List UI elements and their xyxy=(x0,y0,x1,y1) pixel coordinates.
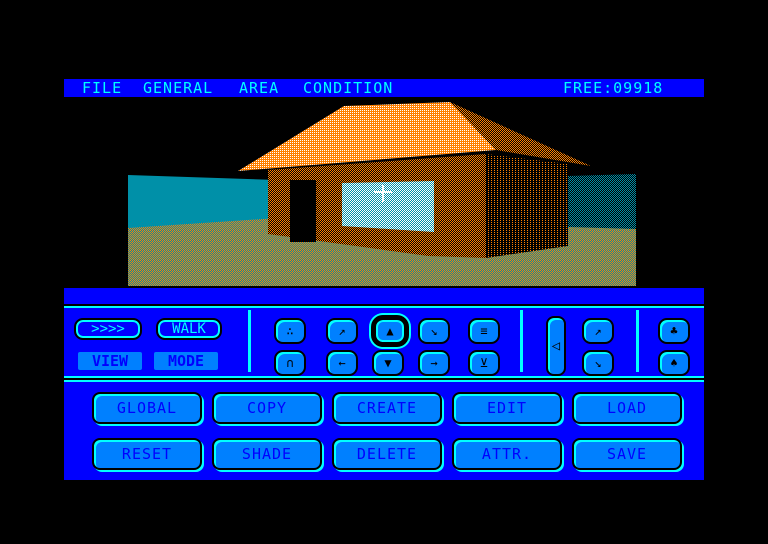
zoom-in-icon: ♣ xyxy=(670,324,678,338)
speed-button[interactable]: >>>> xyxy=(74,318,142,340)
move-up-icon: ▲ xyxy=(386,324,394,338)
move-down-icon: ▼ xyxy=(384,356,392,370)
command-panel: GLOBAL COPY CREATE EDIT LOAD RESET SHADE… xyxy=(64,380,704,480)
divider xyxy=(520,310,523,372)
menu-file[interactable]: FILE xyxy=(82,79,122,97)
global-button[interactable]: GLOBAL xyxy=(92,392,202,424)
free-memory: FREE:09918 xyxy=(563,79,664,97)
zoom-in-button[interactable]: ♣ xyxy=(658,318,690,344)
move-up-button[interactable]: ▲ xyxy=(371,315,409,347)
drop-icon: ⊻ xyxy=(479,356,489,370)
save-button[interactable]: SAVE xyxy=(572,438,682,470)
delete-button[interactable]: DELETE xyxy=(332,438,442,470)
status-bar: AREA:001 VIEW:1101,0544,1231 ROT:000,050… xyxy=(64,288,704,320)
tilt-down-icon: ↘ xyxy=(594,356,602,370)
view-label: VIEW xyxy=(78,352,142,370)
zoom-out-icon: ♠ xyxy=(670,356,678,370)
turn-left-up-button[interactable]: ↗ xyxy=(326,318,358,344)
move-left-icon: ← xyxy=(338,356,346,370)
edit-button[interactable]: EDIT xyxy=(452,392,562,424)
walk-mode-button[interactable]: WALK xyxy=(156,318,222,340)
attributes-button[interactable]: ATTR. xyxy=(452,438,562,470)
move-right-button[interactable]: → xyxy=(418,350,450,376)
move-left-button[interactable]: ← xyxy=(326,350,358,376)
house-side-wall xyxy=(486,154,568,258)
menu-bar: FILE GENERAL AREA CONDITION FREE:09918 xyxy=(64,79,704,97)
drop-button[interactable]: ⊻ xyxy=(468,350,500,376)
back-wall-right xyxy=(568,174,636,229)
mode-label: MODE xyxy=(154,352,218,370)
copy-button[interactable]: COPY xyxy=(212,392,322,424)
u-turn-button[interactable]: ∩ xyxy=(274,350,306,376)
shade-button[interactable]: SHADE xyxy=(212,438,322,470)
zoom-out-button[interactable]: ♠ xyxy=(658,350,690,376)
crouch-button[interactable]: ∴ xyxy=(274,318,306,344)
movement-control-panel: >>>> WALK VIEW MODE ∴ ↗ ▲ ↘ ≡ ∩ ← ▼ → ⊻ … xyxy=(64,306,704,378)
u-turn-icon: ∩ xyxy=(286,356,294,370)
move-right-icon: → xyxy=(430,356,438,370)
look-button[interactable]: ◁ xyxy=(546,316,566,376)
menu-general[interactable]: GENERAL xyxy=(143,79,213,97)
scene xyxy=(128,102,636,286)
turn-left-up-icon: ↗ xyxy=(338,324,346,338)
load-button[interactable]: LOAD xyxy=(572,392,682,424)
menu-condition[interactable]: CONDITION xyxy=(303,79,393,97)
divider xyxy=(248,310,251,372)
menu-area[interactable]: AREA xyxy=(239,79,279,97)
crouch-icon: ∴ xyxy=(286,324,294,338)
house-window xyxy=(342,181,434,232)
divider xyxy=(636,310,639,372)
turn-right-down-icon: ↘ xyxy=(430,324,438,338)
create-button[interactable]: CREATE xyxy=(332,392,442,424)
tilt-up-button[interactable]: ↗ xyxy=(582,318,614,344)
turn-right-down-button[interactable]: ↘ xyxy=(418,318,450,344)
look-icon: ◁ xyxy=(551,338,561,354)
tilt-down-button[interactable]: ↘ xyxy=(582,350,614,376)
level-icon: ≡ xyxy=(480,324,488,338)
3d-viewport[interactable] xyxy=(128,98,636,286)
house-door xyxy=(290,180,316,242)
level-button[interactable]: ≡ xyxy=(468,318,500,344)
move-down-button[interactable]: ▼ xyxy=(372,350,404,376)
tilt-up-icon: ↗ xyxy=(594,324,602,338)
reset-button[interactable]: RESET xyxy=(92,438,202,470)
